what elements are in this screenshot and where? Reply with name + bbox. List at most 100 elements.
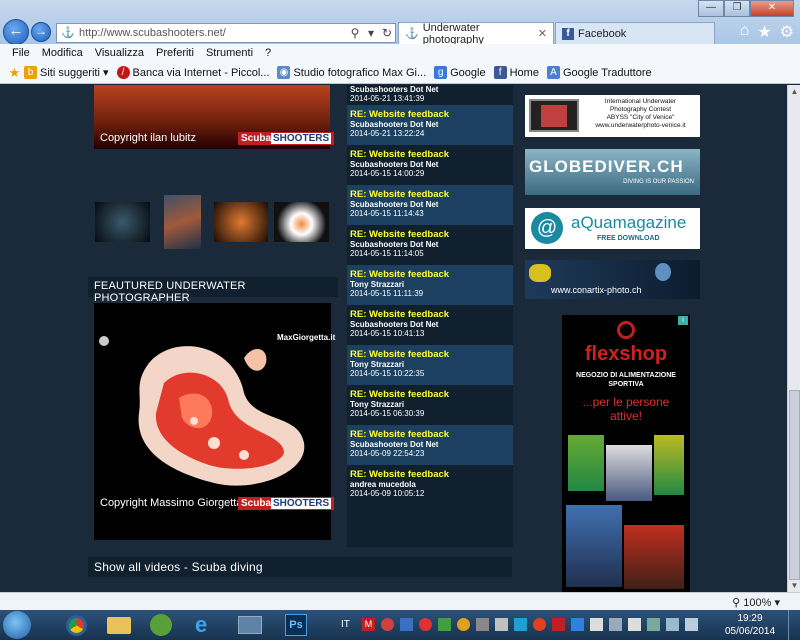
menu-strumenti[interactable]: Strumenti xyxy=(200,47,259,59)
tray-app-icon[interactable] xyxy=(514,618,527,631)
post-title[interactable]: RE: Website feedback xyxy=(350,389,511,400)
post-title[interactable]: RE: Website feedback xyxy=(350,469,511,480)
home-icon[interactable]: ⌂ xyxy=(740,22,750,42)
tab-underwater-photography[interactable]: ⚓ Underwater photography ✕ xyxy=(398,22,554,46)
fav-home[interactable]: f Home xyxy=(493,66,539,79)
tray-app-icon[interactable] xyxy=(495,618,508,631)
post-title[interactable]: RE: Website feedback xyxy=(350,269,511,280)
flexshop-ad[interactable]: i flexshop NEGOZIO DI ALIMENTAZIONE SPOR… xyxy=(562,315,690,592)
tray-app-icon[interactable] xyxy=(381,618,394,631)
post-item[interactable]: RE: Website feedback Tony Strazzari 2014-0… xyxy=(347,385,513,425)
post-item[interactable]: RE: Website feedback andrea mucedola 2014-… xyxy=(347,465,513,505)
volume-icon[interactable] xyxy=(685,618,698,631)
post-item[interactable]: RE: Website feedback Scubashooters Dot Ne… xyxy=(347,305,513,345)
network-icon[interactable] xyxy=(666,618,679,631)
forward-button[interactable]: → xyxy=(31,22,51,42)
back-button[interactable]: ← xyxy=(3,19,29,45)
post-title[interactable]: RE: Website feedback xyxy=(350,429,511,440)
post-title[interactable]: RE: Website feedback xyxy=(350,309,511,320)
menu-file[interactable]: File xyxy=(6,47,36,59)
tab-facebook[interactable]: f Facebook xyxy=(555,22,715,44)
tray-app-icon[interactable] xyxy=(590,618,603,631)
tray-app-icon[interactable] xyxy=(628,618,641,631)
language-indicator[interactable]: IT xyxy=(341,619,350,630)
scroll-up-arrow-icon[interactable]: ▲ xyxy=(788,85,800,98)
post-title[interactable]: RE: Website feedback xyxy=(350,229,511,240)
folder-icon[interactable] xyxy=(107,617,131,634)
menu-preferiti[interactable]: Preferiti xyxy=(150,47,200,59)
chrome-icon[interactable] xyxy=(66,615,87,636)
show-desktop-button[interactable] xyxy=(788,610,800,640)
gallery-thumbnail[interactable] xyxy=(164,195,201,249)
tray-app-icon[interactable] xyxy=(552,618,565,631)
clock[interactable]: 19:29 05/06/2014 xyxy=(718,612,782,638)
post-item[interactable]: RE: Website feedback Scubashooters Dot Ne… xyxy=(347,225,513,265)
scubashooters-logo: Scuba SHOOTERS xyxy=(238,497,335,510)
scroll-down-arrow-icon[interactable]: ▼ xyxy=(788,579,800,592)
tray-app-icon[interactable] xyxy=(438,618,451,631)
window-preview-icon[interactable] xyxy=(238,616,262,634)
fav-studio-fotografico[interactable]: ◉ Studio fotografico Max Gi... xyxy=(277,66,426,79)
ie-icon[interactable]: e xyxy=(195,614,219,636)
gear-icon[interactable]: ⚙ xyxy=(780,22,794,42)
maximize-button[interactable]: ❐ xyxy=(724,0,750,17)
start-orb-icon[interactable] xyxy=(3,611,31,639)
scrollbar-thumb[interactable] xyxy=(789,390,800,580)
search-icon[interactable]: ⚲ xyxy=(347,26,363,40)
post-item[interactable]: RE: Website feedback Scubashooters Dot Ne… xyxy=(347,145,513,185)
close-window-button[interactable]: ✕ xyxy=(750,0,794,17)
fav-banca[interactable]: / Banca via Internet - Piccol... xyxy=(116,66,269,79)
post-item[interactable]: RE: Website feedback Tony Strazzari 2014-0… xyxy=(347,265,513,305)
show-all-videos-link[interactable]: Show all videos - Scuba diving xyxy=(88,557,512,577)
featured-photo[interactable]: MaxGiorgetta.it Copyright Massimo Giorge… xyxy=(94,303,335,540)
tray-app-icon[interactable] xyxy=(419,618,432,631)
post-title[interactable]: RE: Website feedback xyxy=(350,189,511,200)
minimize-button[interactable]: — xyxy=(698,0,724,17)
post-title[interactable]: RE: Website feedback xyxy=(350,149,511,160)
gallery-thumbnail[interactable] xyxy=(274,202,329,242)
post-item[interactable]: RE: Website feedback Scubashooters Dot Ne… xyxy=(347,105,513,145)
fav-google[interactable]: g Google xyxy=(434,66,486,79)
menu-help[interactable]: ? xyxy=(259,47,277,59)
gallery-thumbnail[interactable] xyxy=(214,202,268,242)
conartix-banner[interactable]: www.conartix-photo.ch xyxy=(525,260,700,299)
fav-google-traduttore[interactable]: A Google Traduttore xyxy=(546,66,652,79)
gallery-photo[interactable]: Copyright ilan lubitz Scuba SHOOTERS xyxy=(94,85,335,149)
photoshop-icon[interactable]: Ps xyxy=(285,614,307,636)
address-bar[interactable]: ⚓ http://www.scubashooters.net/ ⚲ ▾ ↻ xyxy=(56,23,396,43)
menu-modifica[interactable]: Modifica xyxy=(36,47,89,59)
tray-app-icon[interactable] xyxy=(571,618,584,631)
abyss-contest-banner[interactable]: International Underwater Photography Con… xyxy=(525,95,700,137)
post-date: 2014-05-09 10:05:12 xyxy=(350,489,425,498)
zoom-control[interactable]: ⚲ 100% ▾ xyxy=(732,596,780,609)
favorites-star-icon[interactable]: ★ xyxy=(757,22,771,42)
tray-app-icon[interactable] xyxy=(400,618,413,631)
tray-app-icon[interactable] xyxy=(533,618,546,631)
jellyfish-image xyxy=(655,263,671,281)
globediver-banner[interactable]: GLOBEDIVER.CH DIVING IS OUR PASSION xyxy=(525,149,700,195)
tray-app-icon[interactable] xyxy=(457,618,470,631)
post-item[interactable]: Scubashooters Dot Net 2014-05-21 13:41:39 xyxy=(347,85,513,105)
close-tab-icon[interactable]: ✕ xyxy=(538,27,547,40)
paint-icon[interactable] xyxy=(150,614,172,636)
dropdown-icon[interactable]: ▾ xyxy=(363,26,379,40)
post-item[interactable]: RE: Website feedback Tony Strazzari 2014-0… xyxy=(347,345,513,385)
post-item[interactable]: RE: Website feedback Scubashooters Dot Ne… xyxy=(347,425,513,465)
refresh-icon[interactable]: ↻ xyxy=(379,26,395,40)
tray-app-icon[interactable] xyxy=(476,618,489,631)
post-item[interactable]: RE: Website feedback Scubashooters Dot Ne… xyxy=(347,185,513,225)
tray-app-icon[interactable] xyxy=(609,618,622,631)
ad-info-icon[interactable]: i xyxy=(678,316,688,325)
url-text[interactable]: http://www.scubashooters.net/ xyxy=(79,27,347,39)
tray-app-icon[interactable]: M xyxy=(362,618,375,631)
post-title[interactable]: RE: Website feedback xyxy=(350,109,511,120)
gallery-thumbnail[interactable] xyxy=(95,202,150,242)
menu-visualizza[interactable]: Visualizza xyxy=(89,47,150,59)
flag-icon[interactable] xyxy=(647,618,660,631)
fav-siti-suggeriti[interactable]: ★ b Siti suggeriti ▾ xyxy=(8,66,109,79)
facebook-icon: f xyxy=(493,66,507,79)
page-scrollbar[interactable]: ▲ ▼ xyxy=(787,85,800,592)
post-date: 2014-05-15 10:41:13 xyxy=(350,329,425,338)
post-title[interactable]: RE: Website feedback xyxy=(350,349,511,360)
aquamagazine-banner[interactable]: @ aQuamagazine FREE DOWNLOAD xyxy=(525,208,700,249)
